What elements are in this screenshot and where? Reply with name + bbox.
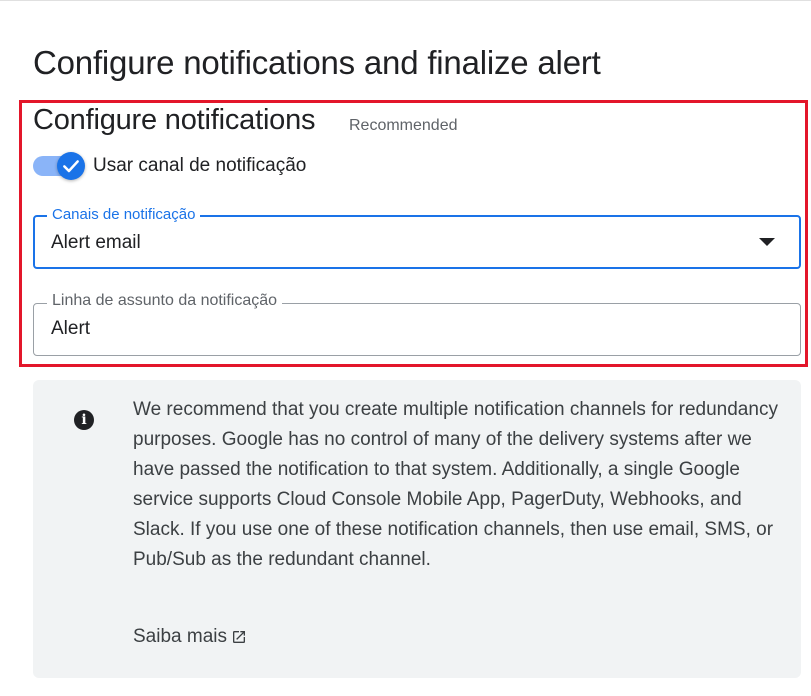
dropdown-arrow-icon[interactable] [759, 238, 775, 246]
learn-more-link[interactable]: Saiba mais [133, 626, 247, 648]
check-icon [63, 160, 79, 173]
notification-channels-select[interactable]: Canais de notificação Alert email [33, 206, 801, 269]
use-channel-toggle[interactable] [33, 152, 89, 180]
external-link-icon [233, 631, 245, 643]
channels-selected-value: Alert email [51, 232, 141, 253]
info-icon: i [74, 410, 94, 430]
subject-field-label: Linha de assunto da notificação [47, 292, 283, 310]
use-channel-label: Usar canal de notificação [93, 155, 307, 176]
subject-line-input[interactable] [51, 318, 771, 340]
toggle-thumb [57, 152, 85, 180]
section-title: Configure notifications [33, 104, 316, 136]
info-text: We recommend that you create multiple no… [133, 399, 778, 570]
page-title: Configure notifications and finalize ale… [33, 44, 601, 81]
top-divider [0, 0, 811, 1]
channels-field-label: Canais de notificação [47, 206, 201, 223]
info-panel: i We recommend that you create multiple … [33, 380, 801, 678]
subject-line-field: Linha de assunto da notificação [33, 292, 801, 356]
recommended-badge: Recommended [349, 117, 458, 134]
learn-more-label: Saiba mais [133, 626, 227, 647]
